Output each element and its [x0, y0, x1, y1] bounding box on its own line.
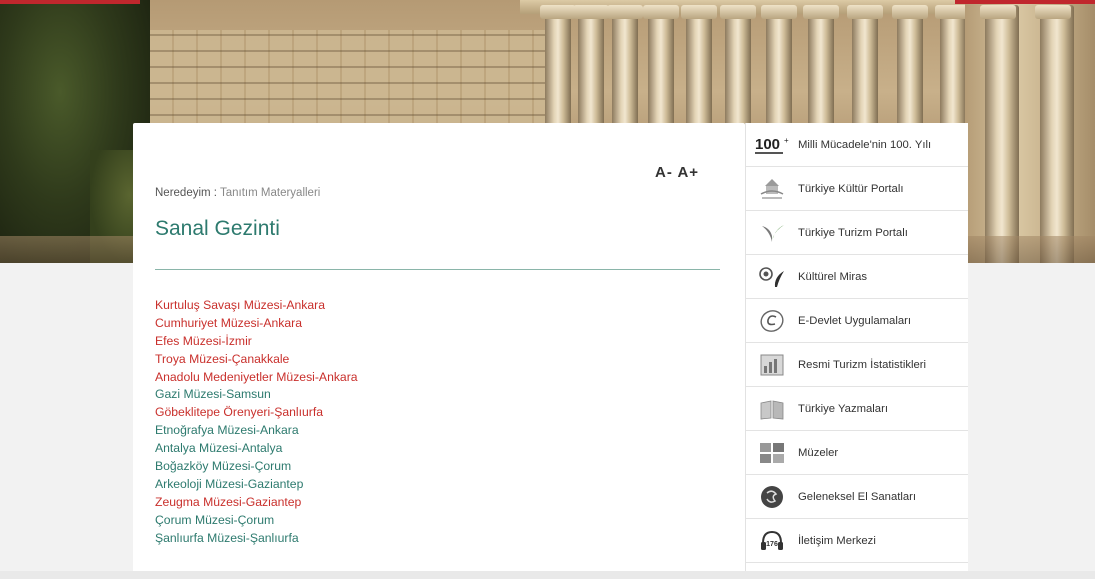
museum-link[interactable]: Gazi Müzesi-Samsun — [155, 387, 271, 401]
sidebar-item-handicrafts[interactable]: Geleneksel El Sanatları — [746, 475, 968, 519]
column — [980, 5, 1019, 263]
list-item: Anadolu Medeniyetler Müzesi-Ankara — [155, 369, 715, 387]
list-item: Göbeklitepe Örenyeri-Şanlıurfa — [155, 404, 715, 422]
sidebar-item-culture-portal[interactable]: Türkiye Kültür Portalı — [746, 167, 968, 211]
museum-link[interactable]: Efes Müzesi-İzmir — [155, 334, 252, 348]
sidebar-item-contact-center[interactable]: 176 İletişim Merkezi — [746, 519, 968, 563]
tourism-portal-icon — [755, 220, 789, 246]
museum-link[interactable]: Boğazköy Müzesi-Çorum — [155, 459, 291, 473]
museum-link[interactable]: Şanlıurfa Müzesi-Şanlıurfa — [155, 531, 299, 545]
font-decrease-button[interactable]: A- — [655, 164, 673, 181]
statistics-icon — [755, 352, 789, 378]
museum-link-list: Kurtuluş Savaşı Müzesi-Ankara Cumhuriyet… — [155, 297, 715, 547]
breadcrumb: Neredeyim : Tanıtım Materyalleri — [155, 187, 320, 199]
divider — [155, 269, 720, 270]
font-size-controls: A- A+ — [655, 164, 699, 181]
sidebar-item-label: Türkiye Yazmaları — [798, 402, 888, 415]
sidebar-item-label: Türkiye Turizm Portalı — [798, 226, 908, 239]
breadcrumb-prefix: Neredeyim : — [155, 187, 217, 199]
list-item: Cumhuriyet Müzesi-Ankara — [155, 315, 715, 333]
museum-link[interactable]: Cumhuriyet Müzesi-Ankara — [155, 316, 302, 330]
museum-link[interactable]: Kurtuluş Savaşı Müzesi-Ankara — [155, 298, 325, 312]
column — [1035, 5, 1074, 263]
sidebar-item-tourism-portal[interactable]: Türkiye Turizm Portalı — [746, 211, 968, 255]
museum-link[interactable]: Antalya Müzesi-Antalya — [155, 441, 282, 455]
museum-link[interactable]: Anadolu Medeniyetler Müzesi-Ankara — [155, 370, 358, 384]
list-item: Etnoğrafya Müzesi-Ankara — [155, 422, 715, 440]
sidebar-item-label: E-Devlet Uygulamaları — [798, 314, 912, 327]
sidebar-item-museums[interactable]: Müzeler — [746, 431, 968, 475]
list-item: Zeugma Müzesi-Gaziantep — [155, 494, 715, 512]
museum-link[interactable]: Zeugma Müzesi-Gaziantep — [155, 495, 301, 509]
sidebar-item-label: İletişim Merkezi — [798, 534, 876, 547]
sidebar-item-label: Resmi Turizm İstatistikleri — [798, 358, 927, 371]
museum-link[interactable]: Arkeoloji Müzesi-Gaziantep — [155, 477, 303, 491]
svg-text:+: + — [784, 136, 789, 145]
contact-center-icon: 176 — [755, 528, 789, 554]
museum-link[interactable]: Etnoğrafya Müzesi-Ankara — [155, 423, 299, 437]
list-item: Şanlıurfa Müzesi-Şanlıurfa — [155, 530, 715, 548]
font-increase-button[interactable]: A+ — [677, 164, 699, 181]
sidebar-item-100th-anniversary[interactable]: 100 + Milli Mücadele'nin 100. Yılı — [746, 123, 968, 167]
wall-masonry — [150, 30, 570, 130]
manuscripts-icon — [755, 396, 789, 422]
museums-icon — [755, 440, 789, 466]
list-item: Gazi Müzesi-Samsun — [155, 386, 715, 404]
page-title: Sanal Gezinti — [155, 217, 280, 240]
sidebar-item-label: Türkiye Kültür Portalı — [798, 182, 904, 195]
sidebar-item-manuscripts[interactable]: Türkiye Yazmaları — [746, 387, 968, 431]
svg-text:176: 176 — [766, 541, 778, 548]
museum-link[interactable]: Göbeklitepe Örenyeri-Şanlıurfa — [155, 405, 323, 419]
museum-link[interactable]: Çorum Müzesi-Çorum — [155, 513, 274, 527]
list-item: Antalya Müzesi-Antalya — [155, 440, 715, 458]
e-government-icon — [755, 308, 789, 334]
brand-strip — [955, 0, 1095, 4]
footer-band — [0, 571, 1095, 579]
brand-strip — [0, 0, 140, 4]
culture-portal-icon — [755, 176, 789, 202]
100th-anniversary-icon: 100 + — [755, 132, 789, 158]
quick-links-sidebar: 100 + Milli Mücadele'nin 100. Yılı Türki… — [745, 123, 968, 579]
breadcrumb-current[interactable]: Tanıtım Materyalleri — [220, 187, 320, 199]
sidebar-item-label: Kültürel Miras — [798, 270, 868, 283]
sidebar-item-label: Geleneksel El Sanatları — [798, 490, 917, 503]
sidebar-item-label: Milli Mücadele'nin 100. Yılı — [798, 138, 932, 151]
sidebar-item-e-government[interactable]: E-Devlet Uygulamaları — [746, 299, 968, 343]
svg-text:100: 100 — [755, 136, 780, 153]
list-item: Troya Müzesi-Çanakkale — [155, 351, 715, 369]
main-content: A- A+ Neredeyim : Tanıtım Materyalleri S… — [133, 123, 745, 579]
sidebar-item-tourism-statistics[interactable]: Resmi Turizm İstatistikleri — [746, 343, 968, 387]
handicrafts-icon — [755, 484, 789, 510]
list-item: Kurtuluş Savaşı Müzesi-Ankara — [155, 297, 715, 315]
list-item: Çorum Müzesi-Çorum — [155, 512, 715, 530]
cultural-heritage-icon — [755, 264, 789, 290]
list-item: Arkeoloji Müzesi-Gaziantep — [155, 476, 715, 494]
museum-link[interactable]: Troya Müzesi-Çanakkale — [155, 352, 289, 366]
sidebar-item-label: Müzeler — [798, 446, 839, 459]
list-item: Efes Müzesi-İzmir — [155, 333, 715, 351]
list-item: Boğazköy Müzesi-Çorum — [155, 458, 715, 476]
sidebar-item-cultural-heritage[interactable]: Kültürel Miras — [746, 255, 968, 299]
